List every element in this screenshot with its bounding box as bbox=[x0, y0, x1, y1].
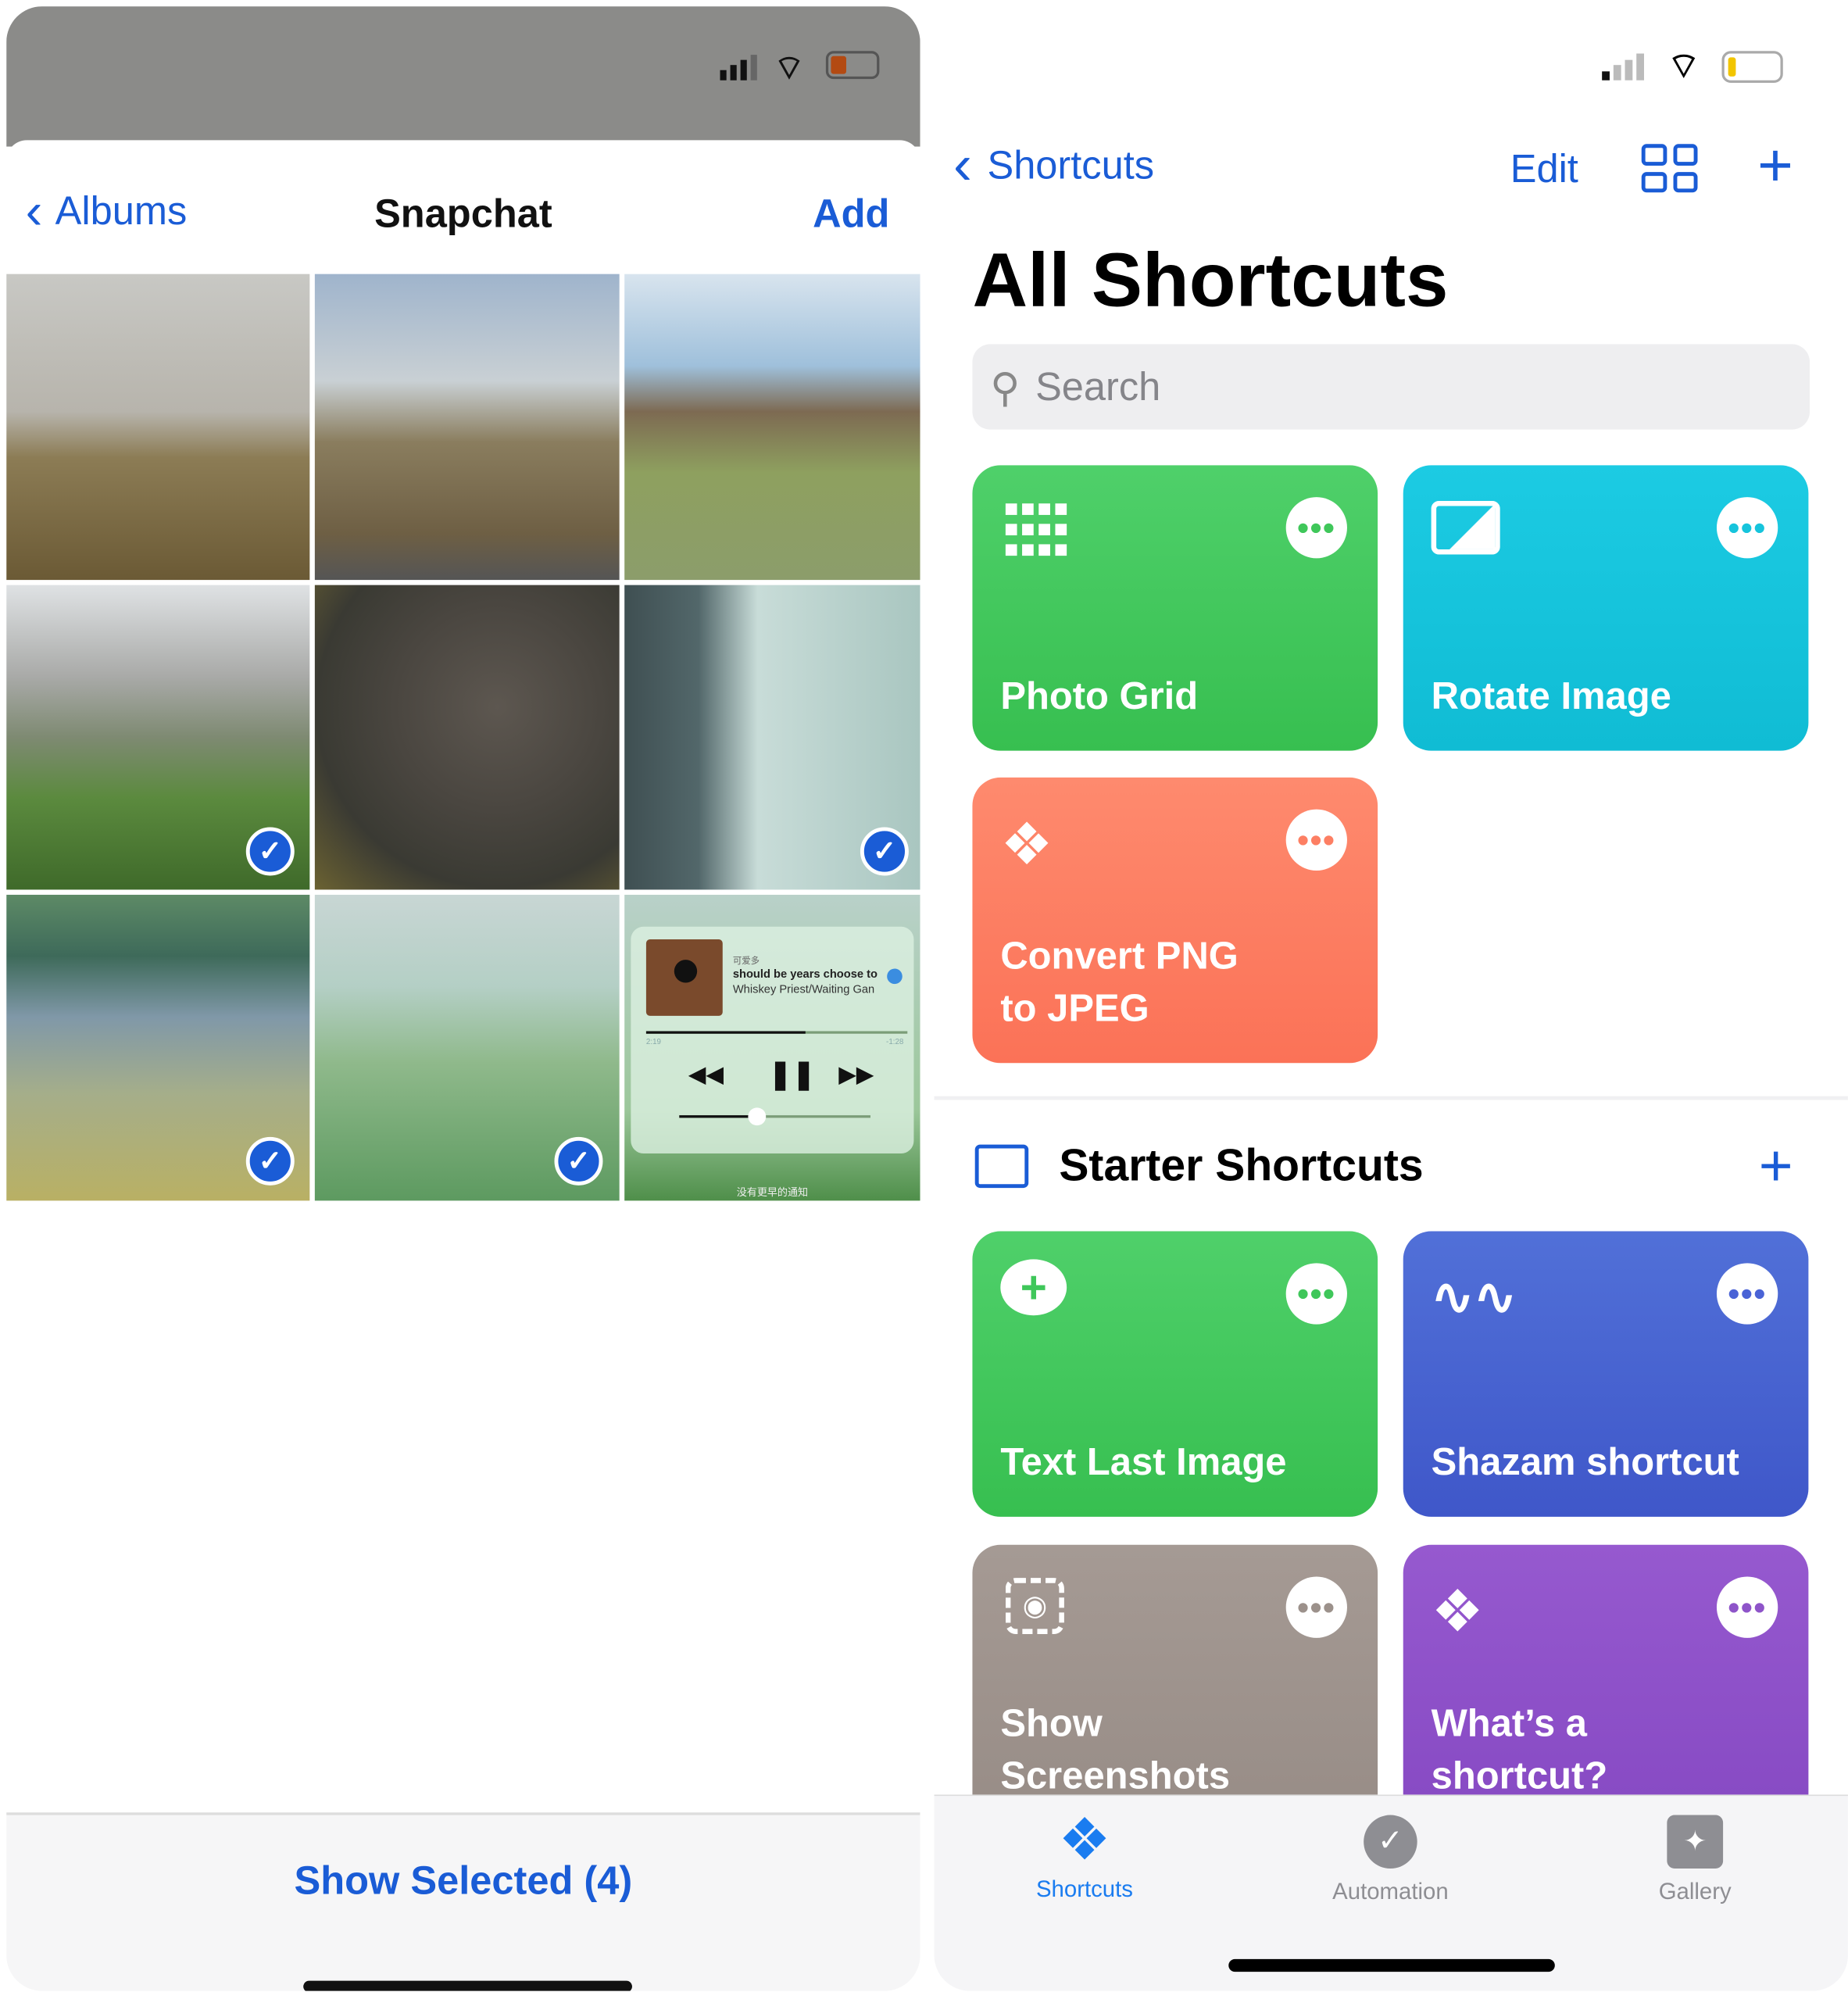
grid-icon bbox=[1000, 493, 1077, 570]
home-indicator bbox=[1228, 1958, 1555, 1972]
more-options-button[interactable]: ••• bbox=[1285, 809, 1347, 871]
home-indicator bbox=[303, 1980, 632, 1991]
more-options-button[interactable]: ••• bbox=[1716, 1576, 1778, 1638]
signal-icon bbox=[1602, 52, 1644, 80]
photo-thumbnail[interactable] bbox=[314, 274, 620, 581]
back-shortcuts-button[interactable]: ‹ Shortcuts bbox=[953, 134, 1155, 197]
tab-gallery[interactable]: ✦ Gallery bbox=[1593, 1797, 1797, 1906]
shortcuts-layers-icon: ❖ bbox=[1000, 810, 1053, 878]
folder-title: Starter Shortcuts bbox=[1059, 1140, 1424, 1191]
shortcut-name: Show Screenshots bbox=[1000, 1697, 1230, 1802]
remaining-time: -1:28 bbox=[886, 1039, 904, 1047]
shortcut-name-line: What’s a bbox=[1431, 1703, 1588, 1745]
shortcut-name: Text Last Image bbox=[1000, 1441, 1287, 1484]
photo-thumbnail[interactable]: ✓ bbox=[6, 585, 310, 890]
fast-forward-icon[interactable]: ▶▶ bbox=[838, 1062, 874, 1089]
tab-label: Automation bbox=[1332, 1879, 1449, 1904]
airplay-icon[interactable] bbox=[887, 968, 903, 985]
shortcut-name-line: to JPEG bbox=[1000, 988, 1149, 1030]
more-options-button[interactable]: ••• bbox=[1716, 497, 1778, 559]
bottom-toolbar: Show Selected (4) bbox=[6, 1812, 920, 1991]
screenshot-icon: ◉ bbox=[1000, 1573, 1077, 1650]
shortcuts-layers-icon: ❖ bbox=[1431, 1578, 1484, 1644]
shortcut-card-rotate-image[interactable]: ••• Rotate Image bbox=[1403, 465, 1809, 751]
album-art bbox=[645, 939, 723, 1016]
tab-shortcuts[interactable]: ❖ Shortcuts bbox=[983, 1797, 1187, 1903]
add-button[interactable]: Add bbox=[813, 191, 889, 238]
more-options-button[interactable]: ••• bbox=[1285, 497, 1347, 559]
photo-thumbnail[interactable] bbox=[6, 274, 310, 581]
automation-clock-icon: ✓ bbox=[1364, 1815, 1417, 1869]
progress-bar[interactable] bbox=[645, 1031, 908, 1034]
signal-icon bbox=[720, 52, 761, 80]
page-title: All Shortcuts bbox=[972, 237, 1449, 323]
more-options-button[interactable]: ••• bbox=[1716, 1263, 1778, 1325]
shortcuts-layers-icon: ❖ bbox=[1058, 1806, 1111, 1872]
album-title: Snapchat bbox=[374, 191, 552, 236]
shortcut-name: Convert PNG to JPEG bbox=[1000, 931, 1239, 1035]
search-input[interactable]: ⚲ Search bbox=[972, 344, 1810, 430]
shortcuts-screen: ⌔ ‹ Shortcuts Edit + All Shortcuts ⚲ Sear… bbox=[934, 6, 1848, 1991]
shortcut-name: Photo Grid bbox=[1000, 675, 1199, 718]
shortcut-name-line: Convert PNG bbox=[1000, 935, 1239, 978]
notification-footer: 没有更早的通知 bbox=[736, 1186, 809, 1199]
shortcut-card-shazam[interactable]: ∿∿ ••• Shazam shortcut bbox=[1403, 1231, 1809, 1517]
more-options-button[interactable]: ••• bbox=[1285, 1263, 1347, 1325]
more-options-button[interactable]: ••• bbox=[1285, 1576, 1347, 1638]
tab-label: Shortcuts bbox=[1035, 1876, 1133, 1902]
search-placeholder: Search bbox=[1035, 363, 1161, 409]
photo-picker-screen: ⌔ ‹ Albums Snapchat Add ✓ ✓ ✓ ✓ 可爱多 shou… bbox=[6, 6, 920, 1991]
elapsed-time: 2:19 bbox=[645, 1039, 661, 1047]
status-bar-dimmed: ⌔ bbox=[6, 6, 920, 147]
photo-icon bbox=[1431, 493, 1508, 570]
wifi-icon: ⌔ bbox=[1667, 45, 1701, 86]
show-selected-button[interactable]: Show Selected (4) bbox=[6, 1858, 920, 1904]
selected-checkmark-icon: ✓ bbox=[860, 827, 909, 876]
tab-label: Gallery bbox=[1658, 1879, 1732, 1904]
photo-thumbnail[interactable]: ✓ bbox=[6, 894, 310, 1201]
add-to-folder-button[interactable]: + bbox=[1759, 1131, 1793, 1200]
selected-checkmark-icon: ✓ bbox=[554, 1136, 603, 1186]
music-player-screenshot[interactable]: 可爱多 should be years choose to Whiskey Pr… bbox=[624, 894, 920, 1201]
add-shortcut-button[interactable]: + bbox=[1757, 131, 1793, 202]
shortcut-name: What’s a shortcut? bbox=[1432, 1697, 1608, 1802]
pause-icon[interactable]: ❚❚ bbox=[768, 1058, 815, 1091]
back-label: Shortcuts bbox=[987, 142, 1155, 188]
volume-slider[interactable] bbox=[679, 1107, 870, 1126]
battery-icon bbox=[825, 51, 880, 80]
selected-checkmark-icon: ✓ bbox=[245, 1136, 295, 1186]
shortcut-name: Shazam shortcut bbox=[1431, 1441, 1739, 1484]
shortcut-card-convert-png[interactable]: ❖ ••• Convert PNG to JPEG bbox=[972, 777, 1378, 1064]
album-text: Whiskey Priest/Waiting Gan bbox=[732, 982, 875, 996]
grid-view-icon[interactable] bbox=[1641, 144, 1698, 193]
rewind-icon[interactable]: ◀◀ bbox=[688, 1062, 724, 1089]
photo-thumbnail[interactable] bbox=[624, 274, 920, 581]
search-icon: ⚲ bbox=[990, 363, 1021, 410]
battery-icon bbox=[1721, 51, 1783, 84]
now-playing-widget: 可爱多 should be years choose to Whiskey Pr… bbox=[631, 926, 914, 1154]
photo-thumbnail[interactable]: ✓ bbox=[624, 585, 920, 890]
photo-thumbnail[interactable] bbox=[314, 585, 620, 890]
shortcut-card-photo-grid[interactable]: ••• Photo Grid bbox=[972, 465, 1378, 751]
shortcut-name: Rotate Image bbox=[1431, 675, 1671, 718]
selected-checkmark-icon: ✓ bbox=[245, 827, 295, 876]
edit-button[interactable]: Edit bbox=[1510, 147, 1578, 193]
wifi-icon: ⌔ bbox=[774, 48, 805, 87]
photo-thumbnail[interactable]: ✓ bbox=[314, 894, 620, 1201]
tab-automation[interactable]: ✓ Automation bbox=[1289, 1797, 1492, 1906]
gallery-icon: ✦ bbox=[1667, 1815, 1724, 1869]
artist-text: 可爱多 bbox=[732, 957, 760, 967]
song-title: should be years choose to bbox=[732, 967, 878, 981]
chevron-left-icon: ‹ bbox=[953, 134, 972, 197]
shortcut-card-text-last-image[interactable]: + ••• Text Last Image bbox=[972, 1231, 1378, 1517]
shortcut-name-line: Show bbox=[1000, 1703, 1103, 1745]
section-divider bbox=[934, 1096, 1848, 1100]
folder-icon bbox=[974, 1144, 1029, 1189]
message-plus-icon: + bbox=[1000, 1259, 1077, 1336]
waveform-icon: ∿∿ bbox=[1431, 1269, 1517, 1326]
